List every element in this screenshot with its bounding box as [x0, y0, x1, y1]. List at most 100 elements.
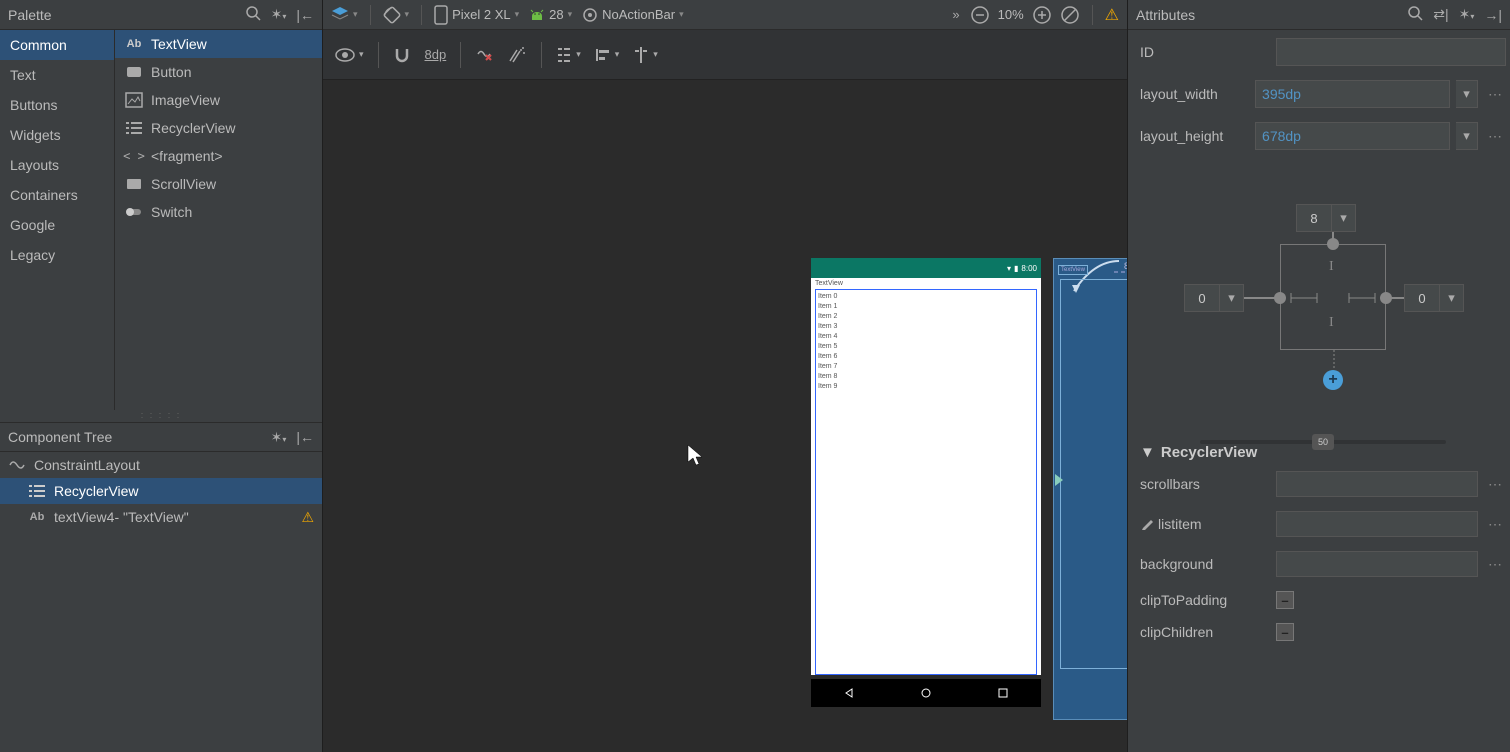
clear-constraints-icon[interactable] [475, 46, 493, 64]
design-surface-toggle[interactable]: ▾ [331, 6, 358, 24]
dropdown-icon[interactable]: ▾ [1332, 204, 1356, 232]
align-icon[interactable]: ▾ [595, 47, 620, 63]
palette-category-widgets[interactable]: Widgets [0, 120, 114, 150]
overflow-icon[interactable]: » [952, 7, 959, 22]
constraintlayout-icon [8, 456, 26, 474]
default-margin-button[interactable]: 8dp [425, 47, 447, 62]
attributes-header: Attributes ⇄| ✶▾ →| [1128, 0, 1510, 30]
palette-title: Palette [8, 7, 52, 23]
palette-category-layouts[interactable]: Layouts [0, 150, 114, 180]
tree-item-constraintlayout[interactable]: ConstraintLayout [0, 452, 322, 478]
palette-item-recyclerview[interactable]: RecyclerView [115, 114, 322, 142]
palette-item-button[interactable]: Button [115, 58, 322, 86]
blueprint-preview[interactable]: TextView 8 8 [1053, 258, 1127, 720]
preview-recyclerview[interactable]: Item 0 Item 1 Item 2 Item 3 Item 4 Item … [815, 289, 1037, 675]
warning-icon[interactable]: ⚠ [1105, 5, 1119, 25]
constraint-top-input[interactable]: 8 [1296, 204, 1332, 232]
palette-item-switch[interactable]: Switch [115, 198, 322, 226]
dropdown-icon[interactable]: ▾ [1440, 284, 1464, 312]
list-item: Item 9 [818, 382, 1034, 392]
preview-textview: TextView [811, 278, 1041, 289]
attr-height-input[interactable] [1255, 122, 1450, 150]
palette-category-containers[interactable]: Containers [0, 180, 114, 210]
dropdown-icon[interactable]: ▾ [1220, 284, 1244, 312]
palette-item-label: TextView [151, 36, 207, 52]
list-item: Item 5 [818, 342, 1034, 352]
gear-icon[interactable]: ✶▾ [271, 429, 287, 446]
dropdown-icon[interactable]: ▾ [1456, 80, 1478, 108]
magnet-icon[interactable] [393, 46, 411, 64]
design-canvas[interactable]: ▾ ▮ 8:00 TextView Item 0 Item 1 Item 2 I… [323, 80, 1127, 752]
constraint-widget[interactable]: 8 ▾ 0 ▾ 0 ▾ I I [1140, 164, 1506, 424]
blueprint-left-handle[interactable] [1055, 474, 1063, 486]
more-icon[interactable]: ⋯ [1484, 556, 1506, 573]
collapse-icon[interactable]: |← [296, 429, 314, 445]
attr-width-input[interactable] [1255, 80, 1450, 108]
theme-select[interactable]: NoActionBar▾ [582, 7, 684, 23]
attr-clipchildren-checkbox[interactable]: – [1276, 623, 1294, 641]
palette-category-common[interactable]: Common [0, 30, 114, 60]
zoom-in-icon[interactable] [1032, 5, 1052, 25]
zoom-fit-icon[interactable] [1060, 5, 1080, 25]
palette-category-legacy[interactable]: Legacy [0, 240, 114, 270]
palette-category-text[interactable]: Text [0, 60, 114, 90]
list-item: Item 4 [818, 332, 1034, 342]
blueprint-top-dashes [1114, 269, 1127, 279]
palette-category-buttons[interactable]: Buttons [0, 90, 114, 120]
zoom-out-icon[interactable] [970, 5, 990, 25]
palette-item-textview[interactable]: Ab TextView [115, 30, 322, 58]
palette-category-google[interactable]: Google [0, 210, 114, 240]
more-icon[interactable]: ⋯ [1484, 516, 1506, 533]
design-toolbar: ▾ 8dp ▾ ▾ ▾ [323, 30, 1127, 80]
search-icon[interactable] [1407, 5, 1423, 24]
add-constraint-button[interactable]: + [1323, 370, 1343, 390]
more-icon[interactable]: ⋯ [1484, 86, 1506, 103]
blueprint-selected-rect[interactable] [1060, 279, 1127, 669]
palette-item-imageview[interactable]: ImageView [115, 86, 322, 114]
attr-scrollbars-input[interactable] [1276, 471, 1478, 497]
constraint-left-input[interactable]: 0 [1184, 284, 1220, 312]
recyclerview-icon [28, 482, 46, 500]
constraint-top-handle[interactable] [1327, 238, 1339, 250]
collapse-icon[interactable]: |← [296, 7, 314, 23]
tree-item-textview4[interactable]: Ab textView4- "TextView" ⚠ [0, 504, 322, 530]
zoom-label: 10% [998, 7, 1024, 22]
device-select[interactable]: Pixel 2 XL▾ [434, 5, 519, 25]
constraint-right-input[interactable]: 0 [1404, 284, 1440, 312]
constraint-right-handle[interactable] [1380, 292, 1392, 304]
search-icon[interactable] [245, 5, 261, 24]
guideline-icon[interactable]: ▾ [633, 47, 658, 63]
attr-section-title: RecyclerView [1161, 444, 1257, 461]
bias-slider-knob[interactable]: 50 [1312, 434, 1334, 450]
tree-item-recyclerview[interactable]: RecyclerView [0, 478, 322, 504]
view-all-attrs-icon[interactable]: ⇄| [1433, 6, 1448, 23]
palette-item-fragment[interactable]: < > <fragment> [115, 142, 322, 170]
attr-listitem-input[interactable] [1276, 511, 1478, 537]
palette-item-scrollview[interactable]: ScrollView [115, 170, 322, 198]
attr-cliptopadding-checkbox[interactable]: – [1276, 591, 1294, 609]
attr-listitem-label: listitem [1140, 516, 1270, 532]
constraint-left-handle[interactable] [1274, 292, 1286, 304]
gear-icon[interactable]: ✶▾ [1459, 6, 1475, 23]
device-toolbar: ▾ ▾ Pixel 2 XL▾ 28▾ NoActionBar▾ » 10% [323, 0, 1127, 30]
preview-statusbar: ▾ ▮ 8:00 [811, 258, 1041, 278]
list-item: Item 2 [818, 312, 1034, 322]
more-icon[interactable]: ⋯ [1484, 476, 1506, 493]
view-options-icon[interactable]: ▾ [335, 48, 364, 62]
orientation-toggle[interactable]: ▾ [383, 6, 410, 24]
pack-icon[interactable]: ▾ [556, 47, 581, 63]
panel-drag-handle[interactable]: : : : : : [0, 410, 322, 422]
dropdown-icon[interactable]: ▾ [1456, 122, 1478, 150]
component-tree: ConstraintLayout RecyclerView Ab textVie… [0, 452, 322, 752]
api-select[interactable]: 28▾ [529, 7, 572, 23]
blueprint-textview[interactable]: TextView [1058, 265, 1088, 275]
gear-icon[interactable]: ✶▾ [271, 6, 287, 23]
collapse-icon[interactable]: →| [1484, 7, 1502, 23]
more-icon[interactable]: ⋯ [1484, 128, 1506, 145]
bias-slider[interactable]: 50 [1200, 440, 1446, 444]
design-preview[interactable]: ▾ ▮ 8:00 TextView Item 0 Item 1 Item 2 I… [811, 258, 1041, 720]
attr-background-input[interactable] [1276, 551, 1478, 577]
infer-constraints-icon[interactable] [507, 46, 527, 64]
attr-id-input[interactable] [1276, 38, 1506, 66]
warning-icon[interactable]: ⚠ [301, 509, 314, 526]
